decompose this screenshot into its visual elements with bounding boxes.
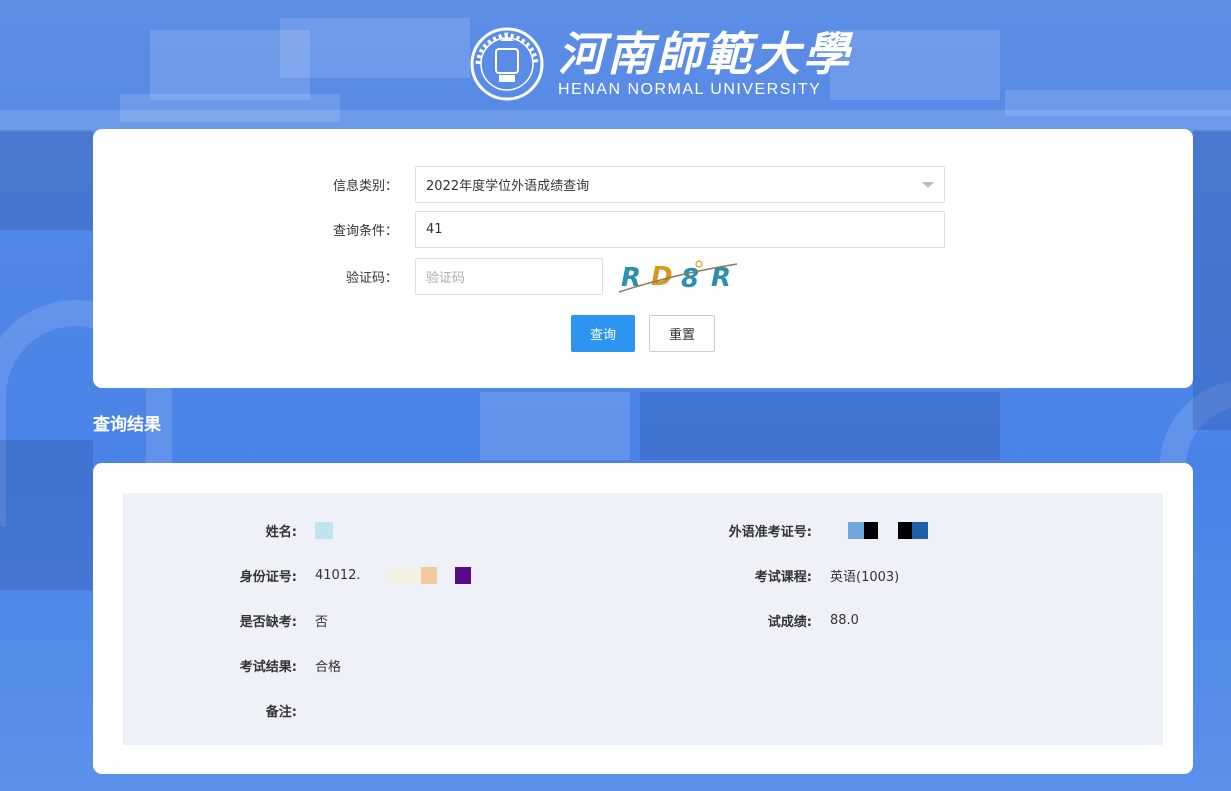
condition-input-value: 41 <box>426 222 443 237</box>
captcha-image[interactable]: R D 8 R <box>615 256 740 296</box>
captcha-label: 验证码： <box>345 270 398 286</box>
school-name-en: HENAN NORMAL UNIVERSITY <box>558 81 822 98</box>
id-row: 身份证号: 41012. <box>123 566 471 585</box>
redaction-mark <box>864 522 878 539</box>
course-label: 考试课程: <box>754 570 812 585</box>
university-logo: 河南師範大學 HENAN NORMAL UNIVERSITY <box>470 26 852 102</box>
redaction-mark <box>912 522 929 539</box>
name-label: 姓名: <box>265 525 297 540</box>
id-label: 身份证号: <box>239 570 297 585</box>
redaction-mark <box>388 567 421 584</box>
results-panel: 姓名: 外语准考证号: 身份证号: 41012. 考试课程: 英语(1003) … <box>123 493 1163 745</box>
reset-button[interactable]: 重置 <box>649 315 715 352</box>
score-label: 试成绩: <box>767 615 812 630</box>
dropdown-arrow-icon <box>922 181 934 188</box>
redaction-mark <box>454 567 471 584</box>
name-row: 姓名: <box>123 521 333 540</box>
absent-row: 是否缺考: 否 <box>123 611 328 630</box>
query-form-card: 信息类别： 2022年度学位外语成绩查询 查询条件： 41 验证码： 验证码 R… <box>93 129 1193 388</box>
captcha-char: 8 <box>681 264 699 294</box>
course-value: 英语(1003) <box>830 570 900 585</box>
absent-value: 否 <box>315 615 329 630</box>
result-row: 考试结果: 合格 <box>123 656 341 675</box>
redaction-mark <box>898 522 913 539</box>
score-value: 88.0 <box>830 613 859 628</box>
redaction-mark <box>848 522 864 539</box>
admission-row: 外语准考证号: <box>643 521 929 540</box>
redaction-mark <box>420 567 437 584</box>
remark-row: 备注: <box>123 701 315 720</box>
results-section-title: 查询结果 <box>93 415 161 435</box>
university-seal-icon <box>470 27 544 101</box>
condition-label: 查询条件： <box>332 224 398 239</box>
condition-row: 查询条件： 41 <box>93 211 945 248</box>
category-selected-value: 2022年度学位外语成绩查询 <box>426 179 590 194</box>
results-card: 姓名: 外语准考证号: 身份证号: 41012. 考试课程: 英语(1003) … <box>93 463 1193 774</box>
admission-value <box>830 522 929 539</box>
remark-label: 备注: <box>265 705 297 720</box>
category-row: 信息类别： 2022年度学位外语成绩查询 <box>93 166 945 203</box>
category-label: 信息类别： <box>332 179 398 194</box>
search-button[interactable]: 查询 <box>571 315 635 352</box>
captcha-input[interactable]: 验证码 <box>415 257 603 295</box>
result-value: 合格 <box>315 660 342 675</box>
id-value: 41012. <box>315 567 471 584</box>
score-row: 试成绩: 88.0 <box>643 611 859 630</box>
course-row: 考试课程: 英语(1003) <box>643 566 899 585</box>
name-value <box>315 522 333 539</box>
captcha-row: 验证码： 验证码 R D 8 R <box>93 256 740 296</box>
condition-input[interactable]: 41 <box>415 211 945 248</box>
captcha-placeholder: 验证码 <box>426 270 466 286</box>
school-name-cn: 河南師範大學 <box>558 27 852 81</box>
admission-label: 外语准考证号: <box>728 525 812 540</box>
absent-label: 是否缺考: <box>239 615 297 630</box>
result-label: 考试结果: <box>239 660 297 675</box>
category-select[interactable]: 2022年度学位外语成绩查询 <box>415 166 945 203</box>
redaction-mark <box>315 522 333 539</box>
